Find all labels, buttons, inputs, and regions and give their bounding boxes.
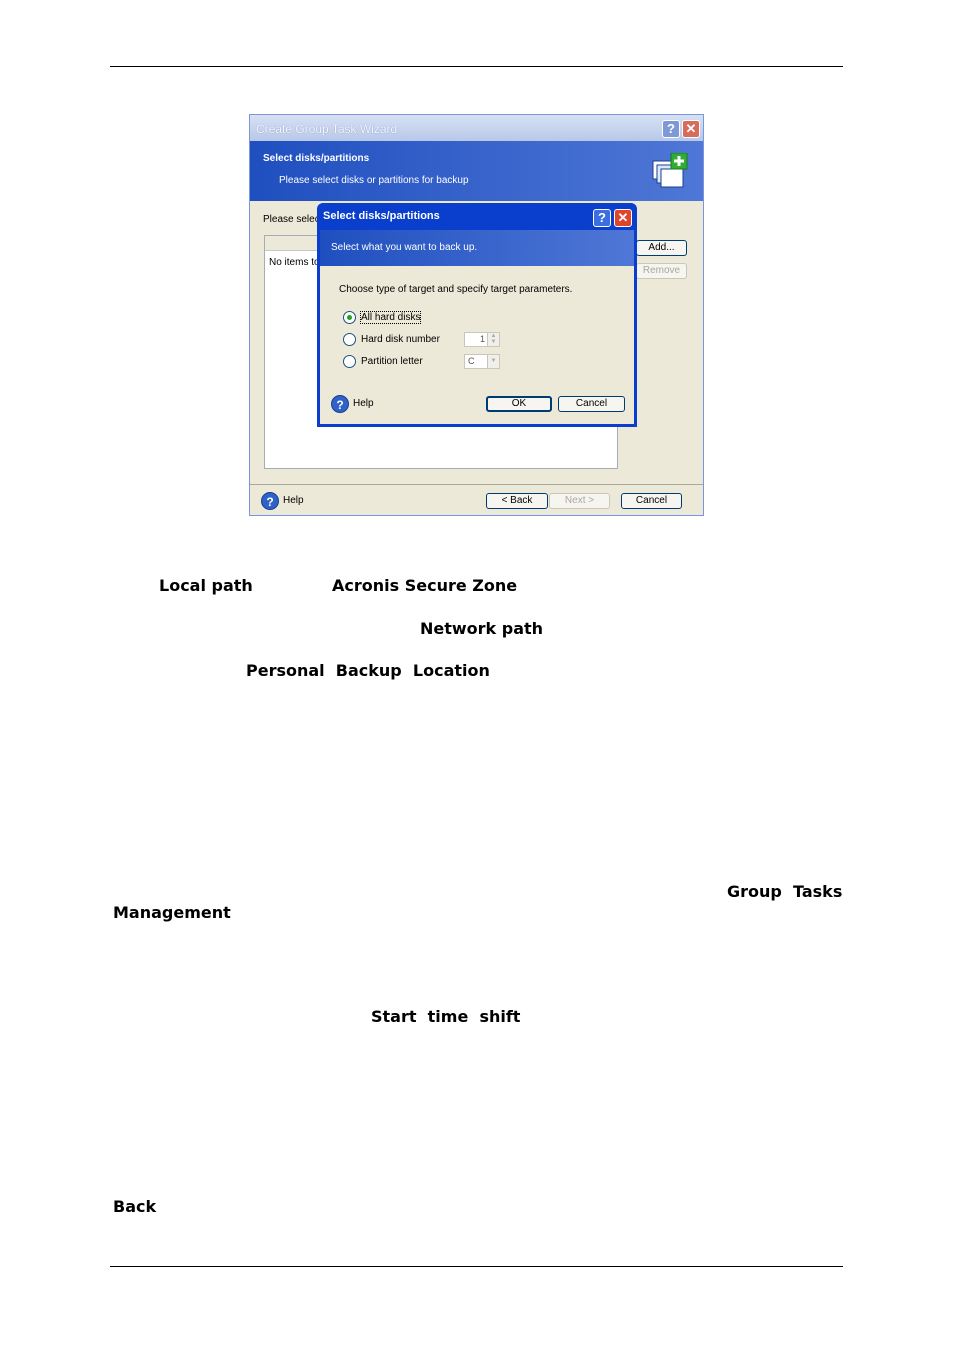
chevron-down-icon[interactable]: ▼ (487, 355, 499, 368)
back-button[interactable]: < Back (486, 493, 548, 509)
option-hard-disk-number-label: Hard disk number (361, 334, 440, 345)
next-button[interactable]: Next > (549, 493, 610, 509)
dialog-header-subtitle: Select what you want to back up. (331, 242, 478, 253)
dialog-cancel-button[interactable]: Cancel (558, 396, 625, 412)
add-disks-icon (652, 153, 688, 188)
dialog-header: Select what you want to back up. (320, 230, 634, 266)
dialog-instruction: Choose type of target and specify target… (339, 284, 573, 295)
term-start-time-shift: Start time shift (371, 1007, 521, 1026)
header-rule (110, 66, 843, 67)
wizard-body-label: Please select (263, 214, 323, 225)
radio-hard-disk-number[interactable] (343, 333, 356, 346)
wizard-cancel-button[interactable]: Cancel (621, 493, 682, 509)
wizard-close-button[interactable]: ✕ (682, 120, 700, 138)
option-partition-letter-label: Partition letter (361, 356, 423, 367)
ok-button[interactable]: OK (486, 396, 552, 412)
list-empty-text: No items to (269, 257, 320, 268)
dialog-help-button[interactable]: ? (593, 209, 611, 227)
wizard-header-title: Select disks/partitions (263, 153, 370, 164)
partition-letter-value: C (468, 356, 475, 366)
dialog-close-button[interactable]: ✕ (614, 209, 632, 227)
radio-all-hard-disks[interactable] (343, 311, 356, 324)
term-personal-backup-location: Personal Backup Location (246, 661, 490, 680)
footer-rule (110, 1266, 843, 1267)
term-management: Management (113, 903, 231, 922)
wizard-title: Create Group Task Wizard (256, 122, 398, 136)
term-back: Back (113, 1197, 157, 1216)
option-all-hard-disks-label: All hard disks (359, 311, 422, 324)
stepper-arrows-icon[interactable]: ▲ ▼ (487, 333, 499, 346)
term-network-path: Network path (420, 619, 544, 638)
dialog-title: Select disks/partitions (323, 210, 440, 222)
hard-disk-number-value: 1 (479, 334, 485, 344)
term-group-tasks: Group Tasks (727, 882, 843, 901)
partition-letter-select[interactable]: C ▼ (464, 354, 500, 369)
add-button[interactable]: Add... (636, 240, 687, 256)
remove-button[interactable]: Remove (636, 263, 687, 279)
wizard-header-subtitle: Please select disks or partitions for ba… (279, 175, 469, 186)
help-icon[interactable]: ? (261, 492, 279, 510)
term-acronis-secure-zone: Acronis Secure Zone (332, 576, 518, 595)
hard-disk-number-stepper[interactable]: 1 ▲ ▼ (464, 332, 500, 347)
wizard-separator (250, 484, 703, 485)
wizard-header: Select disks/partitions Please select di… (250, 141, 703, 201)
dialog-body: Select what you want to back up. Choose … (320, 230, 634, 424)
wizard-help-link[interactable]: Help (283, 495, 304, 506)
wizard-help-button[interactable]: ? (662, 120, 680, 138)
dialog-help-link[interactable]: Help (353, 398, 374, 409)
dialog-help-icon[interactable]: ? (331, 395, 349, 413)
wizard-title-bar: Create Group Task Wizard ? ✕ (250, 115, 703, 141)
select-disks-dialog: Select disks/partitions ? ✕ Select what … (317, 203, 637, 427)
radio-partition-letter[interactable] (343, 355, 356, 368)
term-local-path: Local path (159, 576, 253, 595)
